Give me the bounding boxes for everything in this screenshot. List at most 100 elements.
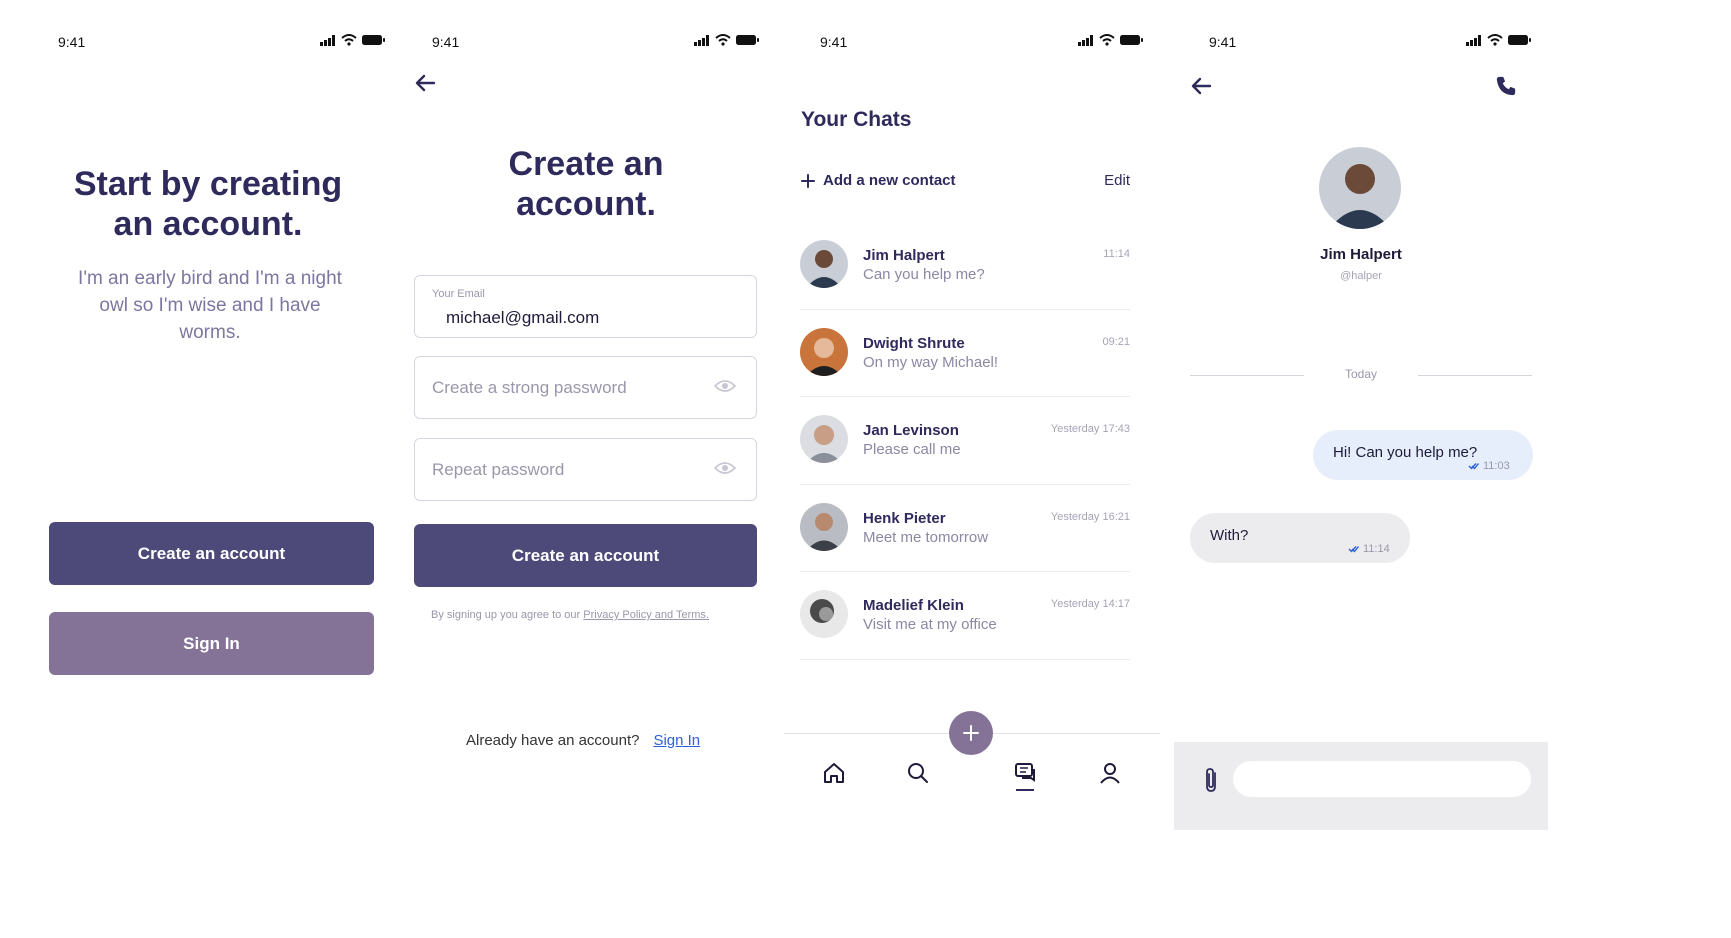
double-check-icon (1468, 463, 1479, 470)
eye-icon[interactable] (714, 379, 736, 393)
chat-message: On my way Michael! (863, 353, 999, 371)
wifi-icon (1487, 34, 1503, 46)
avatar (800, 590, 848, 638)
avatar (800, 240, 848, 288)
status-bar: 9:41 (400, 34, 780, 52)
welcome-subtitle-line1: I'm an early bird and I'm a night (78, 268, 342, 289)
message-meta: 11:03 (1468, 460, 1510, 472)
chats-screen: 9:41 Your Chats Add a new contact Edit J… (780, 0, 1172, 938)
chat-icon[interactable] (1013, 761, 1037, 785)
welcome-subtitle: I'm an early bird and I'm a night owl so… (0, 265, 400, 346)
repeat-password-field[interactable]: Repeat password (414, 438, 757, 501)
email-field-label: Your Email (432, 288, 485, 300)
password-placeholder: Create a strong password (432, 378, 627, 397)
eye-icon[interactable] (714, 461, 736, 475)
welcome-title-line2: an account. (113, 205, 303, 243)
chat-message: Can you help me? (863, 266, 985, 283)
create-account-button[interactable]: Create an account (49, 522, 374, 585)
signal-icon (1078, 34, 1093, 46)
status-bar: 9:41 (1172, 34, 1731, 52)
new-chat-fab[interactable] (949, 711, 993, 755)
terms-link[interactable]: Privacy Policy and Terms. (583, 609, 709, 621)
status-time: 9:41 (1209, 34, 1237, 50)
signal-icon (1466, 34, 1481, 46)
battery-icon (736, 35, 759, 45)
message-meta: 11:14 (1348, 543, 1390, 555)
phone-icon[interactable] (1495, 75, 1517, 97)
welcome-screen: 9:41 Start by creating an account. I'm a… (0, 0, 400, 938)
password-field[interactable]: Create a strong password (414, 356, 757, 419)
sign-in-button[interactable]: Sign In (49, 612, 374, 675)
welcome-subtitle-line2: owl so I'm wise and I have (99, 295, 321, 316)
submit-create-account-button[interactable]: Create an account (414, 524, 757, 587)
chat-message: Visit me at my office (863, 616, 997, 633)
plus-icon (963, 725, 979, 741)
contact-name: Jim Halpert (1320, 246, 1402, 263)
signup-title-line1: Create an (508, 145, 664, 183)
paperclip-icon[interactable] (1202, 766, 1220, 794)
back-arrow-icon[interactable] (414, 73, 436, 93)
signal-icon (694, 34, 709, 46)
chat-name: Dwight Shrute (863, 334, 965, 352)
chat-name: Jim Halpert (863, 247, 945, 264)
status-time: 9:41 (820, 34, 848, 50)
add-contact-button[interactable]: Add a new contact (801, 172, 956, 189)
avatar (800, 327, 848, 376)
repeat-password-placeholder: Repeat password (432, 460, 565, 479)
already-text: Already have an account? (466, 732, 640, 749)
welcome-title-line1: Start by creating (73, 165, 343, 203)
chat-time: Yesterday 14:17 (1050, 598, 1130, 610)
sign-in-link[interactable]: Sign In (653, 732, 700, 749)
chat-message: Meet me tomorrow (863, 528, 989, 546)
message-text: With? (1210, 527, 1249, 544)
chat-message: Please call me (863, 441, 961, 458)
terms-text: By signing up you agree to our Privacy P… (431, 609, 709, 621)
signal-icon (320, 34, 335, 46)
chat-row[interactable]: Jan Levinson Please call me Yesterday 17… (800, 397, 1130, 485)
message-input[interactable] (1233, 761, 1531, 797)
message-text: Hi! Can you help me? (1333, 444, 1478, 461)
compose-bar (1174, 742, 1548, 830)
divider (1418, 375, 1532, 376)
wifi-icon (1099, 34, 1115, 46)
email-field-value[interactable]: michael@gmail.com (446, 308, 599, 328)
welcome-subtitle-line3: worms. (179, 322, 241, 343)
wifi-icon (341, 34, 357, 46)
status-icons (1466, 34, 1532, 46)
message-time: 11:14 (1363, 543, 1390, 555)
chat-name: Jan Levinson (863, 422, 959, 439)
plus-icon (801, 173, 815, 188)
chat-name: Henk Pieter (863, 509, 946, 527)
status-icons (320, 34, 386, 46)
add-contact-label: Add a new contact (823, 172, 956, 189)
chat-row[interactable]: Madelief Klein Visit me at my office Yes… (800, 572, 1130, 660)
chat-row[interactable]: Jim Halpert Can you help me? 11:14 (800, 222, 1130, 310)
status-icons (1078, 34, 1144, 46)
email-field[interactable]: Your Email michael@gmail.com (414, 275, 757, 338)
message-bubble-outgoing[interactable]: Hi! Can you help me? 11:03 (1313, 430, 1533, 480)
contact-handle: @halper (1340, 270, 1382, 282)
message-bubble-incoming[interactable]: With? 11:14 (1190, 513, 1410, 563)
welcome-title: Start by creating an account. (0, 164, 400, 244)
day-label: Today (1344, 367, 1378, 381)
contact-avatar[interactable] (1319, 147, 1401, 229)
chats-title: Your Chats (801, 108, 912, 131)
home-icon[interactable] (822, 761, 846, 785)
terms-prefix: By signing up you agree to our (431, 609, 584, 621)
battery-icon (362, 35, 385, 45)
chat-row[interactable]: Dwight Shrute On my way Michael! 09:21 (800, 310, 1130, 397)
chat-row[interactable]: Henk Pieter Meet me tomorrow Yesterday 1… (800, 485, 1130, 572)
battery-icon (1508, 35, 1531, 45)
status-bar: 9:41 (0, 34, 400, 52)
profile-icon[interactable] (1098, 761, 1122, 785)
avatar (800, 502, 848, 551)
search-icon[interactable] (906, 761, 930, 785)
edit-button[interactable]: Edit (1104, 172, 1130, 189)
back-arrow-icon[interactable] (1190, 76, 1212, 96)
status-time: 9:41 (432, 34, 460, 50)
battery-icon (1120, 35, 1143, 45)
active-tab-indicator (1016, 789, 1034, 791)
message-time: 11:03 (1483, 460, 1510, 472)
chat-time: 11:14 (1103, 248, 1130, 260)
avatar (800, 415, 848, 463)
